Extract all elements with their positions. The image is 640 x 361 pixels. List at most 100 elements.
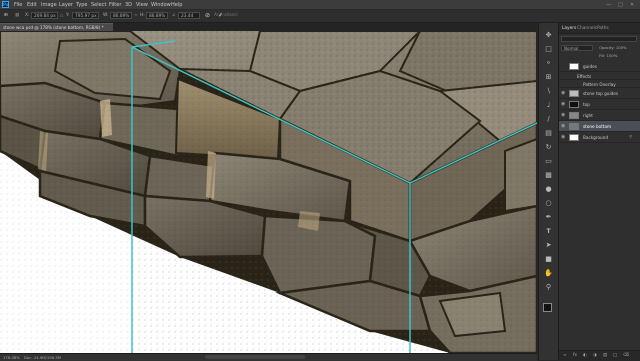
photoshop-logo: Ps [2,1,9,8]
x-value: 269.84 px [34,14,56,19]
menu-image[interactable]: Image [41,2,57,8]
menu-edit[interactable]: Edit [27,2,37,8]
healing-icon[interactable]: ♩ [544,101,553,110]
crop-icon[interactable]: ⊞ [544,73,553,82]
chain-icon[interactable]: ∞ [134,13,138,18]
path-select-icon[interactable]: ➤ [544,241,553,250]
layer-name: guides [583,64,597,69]
document-canvas[interactable] [0,31,537,353]
lasso-icon[interactable]: ⚬ [544,59,553,68]
layer-row-background[interactable]: ◉ Background ⚲ [559,132,640,143]
pen-icon[interactable]: ✒ [544,213,553,222]
visibility-icon[interactable]: ◉ [561,113,566,118]
menu-layer[interactable]: Layer [59,2,73,8]
layer-thumbnail [569,101,579,108]
menu-window[interactable]: Window [151,2,171,8]
warp-icon[interactable]: ☷ [234,13,238,18]
visibility-icon[interactable]: ◉ [561,135,566,140]
layer-effect-pattern-overlay[interactable]: Pattern Overlay [559,80,640,88]
adjustment-icon[interactable]: ◑ [593,353,597,358]
stamp-icon[interactable]: ▤ [544,129,553,138]
y-field[interactable]: 795.97 px [72,12,99,19]
zoom-level[interactable]: 178.08% [3,355,20,360]
x-field[interactable]: 269.84 px [31,12,58,19]
marquee-icon[interactable]: □ [544,45,553,54]
move-icon[interactable]: ✥ [544,31,553,40]
zoom-icon[interactable]: ⚲ [544,283,553,292]
tools-panel: ✥ □ ⚬ ⊞ ∖ ♩ ∕ ▤ ↻ ▭ ▩ ● ○ ✒ T ➤ ■ ✋ ⚲ [538,23,558,360]
height-field[interactable]: 86.89% [146,12,168,19]
fx-icon[interactable]: fx [573,353,577,358]
menu-select[interactable]: Select [91,2,106,8]
panel-footer: ∞ fx ◐ ◑ ▤ □ ⌫ [559,350,640,361]
reference-point-icon[interactable]: ▦ [15,13,19,18]
layer-thumbnail [569,90,579,97]
blur-icon[interactable]: ● [544,185,553,194]
blend-mode-select[interactable]: Normal [561,45,593,51]
cancel-transform-icon[interactable]: ⊘ [205,12,210,19]
tab-layers[interactable]: Layers [562,26,576,31]
foreground-color-swatch[interactable] [543,303,552,312]
angle-icon: ∠ [172,13,176,18]
shape-icon[interactable]: ■ [544,255,553,264]
close-icon[interactable]: ✕ [630,2,634,8]
visibility-icon[interactable] [561,64,566,69]
angle-field[interactable]: 23.44 [178,12,200,19]
width-field[interactable]: 86.89% [110,12,132,19]
menu-help[interactable]: Help [171,2,182,8]
commit-transform-icon[interactable]: ✓ [218,12,223,19]
tab-strip [113,23,537,31]
stone-wall-artwork [0,31,537,353]
link-icon[interactable]: △ [60,13,63,18]
dodge-icon[interactable]: ○ [544,199,553,208]
horizontal-scrollbar[interactable] [205,355,305,359]
tab-paths[interactable]: Paths [597,26,609,31]
fill-control[interactable]: Fill: 100% [599,53,617,58]
menu-bar: Ps File Edit Image Layer Type Select Fil… [0,0,640,10]
mask-icon[interactable]: ◐ [583,353,587,358]
history-brush-icon[interactable]: ↻ [544,143,553,152]
visibility-icon[interactable]: ◉ [561,91,566,96]
layer-name: top [583,102,590,107]
menu-filter[interactable]: Filter [109,2,121,8]
doc-size-info: Doc: 24.9M/196.3M [24,355,61,360]
visibility-icon[interactable]: ◉ [561,102,566,107]
new-layer-icon[interactable]: □ [613,353,617,358]
group-icon[interactable]: ▤ [603,353,607,358]
menu-type[interactable]: Type [76,2,87,8]
eyedropper-icon[interactable]: ∖ [544,87,553,96]
trash-icon[interactable]: ⌫ [623,353,629,358]
maximize-icon[interactable]: □ [618,2,623,8]
layer-row-top[interactable]: ◉ top [559,99,640,110]
tab-channels[interactable]: Channels [577,26,597,31]
hand-icon[interactable]: ✋ [544,269,553,278]
h-value: 86.89% [149,14,166,19]
y-label: Y: [66,13,70,18]
type-icon[interactable]: T [544,227,553,236]
menu-file[interactable]: File [14,2,22,8]
transform-tool-icon[interactable]: ⊞ [4,13,8,18]
brush-icon[interactable]: ∕ [544,115,553,124]
link-layers-icon[interactable]: ∞ [563,353,567,358]
blend-mode-value: Normal [564,46,579,51]
minimize-icon[interactable]: — [606,2,611,8]
menu-3d[interactable]: 3D [125,2,132,8]
document-tab[interactable]: stone wca psd @ 178% (stone bottom, RGB/… [0,23,113,31]
layer-effects-row[interactable]: Effects [559,72,640,80]
layer-row-stone-bottom[interactable]: ◉ stone bottom [559,121,640,132]
document-title: stone wca psd @ 178% (stone bottom, RGB/… [3,25,104,30]
layers-panel: Layers Channels Paths Normal Opacity: 10… [558,23,640,361]
opacity-control[interactable]: Opacity: 100% [599,45,627,50]
layer-row-right[interactable]: ◉ right [559,110,640,121]
layer-name: Background [583,135,608,140]
visibility-icon[interactable]: ◉ [561,124,566,129]
angle-value: 23.44 [181,14,194,19]
effects-label: Effects [577,74,592,79]
options-bar: ⊞ ▦ X: 269.84 px △ Y: 795.97 px W: 86.89… [0,10,640,23]
gradient-icon[interactable]: ▩ [544,171,553,180]
layer-row-stone-top-guides[interactable]: ◉ stone top guides [559,88,640,99]
layer-filter-bar[interactable] [561,36,637,42]
menu-view[interactable]: View [136,2,148,8]
layer-row-guides[interactable]: guides [559,61,640,72]
eraser-icon[interactable]: ▭ [544,157,553,166]
